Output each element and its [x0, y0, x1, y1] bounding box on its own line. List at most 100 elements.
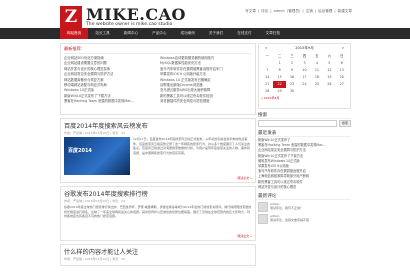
calendar-day[interactable]: 5 — [323, 60, 335, 67]
calendar-day[interactable]: 24 — [298, 81, 310, 88]
calendar-day[interactable]: 23 — [286, 81, 298, 88]
calendar-day[interactable]: 1 — [273, 60, 285, 67]
calendar-widget: « 2015年9月 » 一二三四五六日 1 2 3 4 5 6 7 8 9 10 11 12 13 14 15… — [258, 43, 351, 109]
calendar-day[interactable]: 30 — [286, 88, 298, 95]
comment-item: admin 测试评论，这篇文章写得不错 — [258, 214, 351, 225]
top-link-write[interactable]: 写文章 — [245, 9, 256, 14]
comment-body: admin 测试评论，这篇文章写得不错 — [270, 214, 309, 224]
calendar-day[interactable]: 10 — [298, 67, 310, 74]
top-link-comment[interactable]: 评论 — [261, 9, 268, 14]
main-nav: 网站首页 站长工具 新闻中心 产品中心 成功案例 关于我们 在线支付 文章归档 — [0, 28, 410, 39]
avatar[interactable] — [258, 214, 268, 225]
calendar-day[interactable]: 28 — [261, 88, 273, 95]
calendar-day[interactable]: 16 — [286, 74, 298, 81]
nav-item-cases[interactable]: 成功案例 — [174, 28, 202, 39]
post-card: 谷歌发布2014年度搜索排行榜 作者：严嘉琪 | 2015年03月10日 | 浏… — [60, 186, 256, 241]
calendar-day[interactable]: 7 — [261, 67, 273, 74]
top-link-admin[interactable]: 后台管理 — [318, 9, 332, 14]
top-sep: | — [270, 9, 272, 13]
calendar-day — [311, 88, 323, 95]
search-title: 搜索 — [258, 112, 351, 119]
calendar-day[interactable]: 13 — [336, 67, 348, 74]
comment-text[interactable]: 测试评论，这篇文章写得不错 — [270, 218, 309, 222]
latest-post-link[interactable]: 网站开发与设计的核心理念 — [258, 185, 351, 190]
calendar-day[interactable]: 20 — [336, 74, 348, 81]
nav-item-home[interactable]: 网站首页 — [60, 28, 89, 39]
calendar-day[interactable]: 29 — [273, 88, 285, 95]
calendar-day — [323, 88, 335, 95]
calendar-day[interactable]: 8 — [273, 67, 285, 74]
top-sep: | — [257, 9, 260, 13]
calendar-day[interactable]: 18 — [311, 74, 323, 81]
post-title[interactable]: 谷歌发布2014年度搜索排行榜 — [64, 189, 252, 198]
latest-comments-title: 最新评论 — [258, 193, 351, 201]
calendar-day[interactable]: 15 — [273, 74, 285, 81]
recommend-right-list: Windows自动更新服务器的使用技巧 MySQL数据库性能优化方法 宝马汽车软件存… — [160, 56, 252, 105]
nav-item-tools[interactable]: 站长工具 — [88, 28, 116, 39]
calendar-prev-month-link[interactable]: « 2015年8月 — [261, 96, 348, 100]
post-meta: 作者：严嘉琪 | 2015年03月10日 | 浏览：32 — [64, 257, 125, 261]
top-link-new[interactable]: 新建文章 — [338, 9, 352, 14]
post-card: 什么样的内容才能让人关注 作者：严嘉琪 | 2015年03月10日 | 浏览：3… — [60, 244, 256, 266]
calendar-weekday: 六 — [327, 54, 331, 58]
calendar-day[interactable]: 2 — [286, 60, 298, 67]
post-title[interactable]: 什么样的内容才能让人关注 — [64, 247, 252, 256]
calendar-day[interactable]: 14 — [261, 74, 273, 81]
avatar[interactable] — [258, 202, 268, 213]
read-more-link[interactable]: 阅读全文 » — [64, 234, 252, 238]
search-input[interactable] — [258, 120, 337, 127]
recommend-panel: 最新推荐： 企业网站SEO优化方案指南 企业网站建设需要注意的问题 网站开发与设计的… — [60, 43, 256, 115]
nav-item-archive[interactable]: 文章归档 — [259, 28, 287, 39]
calendar-day[interactable]: 11 — [311, 67, 323, 74]
top-link-logout[interactable]: 注销 — [306, 9, 313, 14]
comment-item: admin 测试评论，我们不正常？ — [258, 202, 351, 213]
nav-item-about[interactable]: 关于我们 — [202, 28, 230, 39]
calendar-day[interactable]: 22 — [273, 81, 286, 88]
nav-item-news[interactable]: 新闻中心 — [117, 28, 145, 39]
thumbnail-caption: 百度2014 — [68, 148, 92, 154]
latest-posts-list: 新版Win10正式发布了 黑客在Hacking Team 泄露的数据中发现Mac.… — [258, 138, 351, 190]
top-links: 写文章 | 评论 | admin (管理员) | 注销 | 后台管理 | 新建文… — [245, 9, 352, 14]
post-excerpt: 12月17日，百度发布2014年度搜索风云榜正式发布。从年初的冬奥会到年末的热点… — [133, 137, 251, 155]
calendar-day[interactable]: 27 — [336, 81, 348, 88]
post-thumbnail[interactable]: 百度2014 — [64, 137, 130, 175]
calendar-day[interactable]: 19 — [323, 74, 335, 81]
post-title[interactable]: 百度2014年度搜索风云榜发布 — [64, 121, 252, 130]
calendar-day — [336, 88, 348, 95]
calendar-day[interactable]: 25 — [311, 81, 323, 88]
calendar-weekday: 日 — [340, 54, 344, 58]
calendar-day[interactable]: 6 — [336, 60, 348, 67]
calendar-title: 2015年9月 — [295, 46, 314, 50]
latest-posts-title: 最近发表 — [258, 130, 351, 137]
read-more-link[interactable]: 阅读全文 » — [64, 176, 252, 180]
calendar-day[interactable]: 9 — [286, 67, 298, 74]
calendar-day[interactable]: 26 — [323, 81, 335, 88]
search-box: 搜索 — [258, 120, 351, 127]
post-meta: 作者：严嘉琪 | 2015年03月10日 | 浏览：24 — [64, 199, 125, 203]
calendar-prev-button[interactable]: « — [265, 46, 267, 51]
top-user-role: (管理员) — [286, 9, 301, 13]
calendar-day[interactable]: 12 — [323, 67, 335, 74]
recommend-link[interactable]: 浏览器插件的安全风险与防范措施 — [160, 99, 252, 104]
post-meta: 作者：严嘉琪 | 2015年03月10日 | 浏览：34 — [64, 131, 125, 135]
calendar-weekday: 五 — [315, 54, 319, 58]
calendar-day[interactable]: 3 — [298, 60, 310, 67]
search-button[interactable]: 搜索 — [339, 120, 351, 127]
logo-mark[interactable]: Z — [60, 6, 82, 28]
calendar-day — [261, 60, 273, 67]
calendar-weekday: 四 — [302, 54, 307, 58]
calendar-next-button[interactable]: » — [342, 46, 344, 51]
calendar-weekday: 二 — [277, 54, 282, 58]
nav-item-pay[interactable]: 在线支付 — [230, 28, 258, 39]
nav-item-products[interactable]: 产品中心 — [145, 28, 173, 39]
recommend-link[interactable]: 黑客在Hacking Team 泄露的数据中发现Mac... — [64, 99, 156, 104]
top-sep: | — [302, 9, 304, 13]
top-link-user[interactable]: admin — [274, 9, 285, 14]
comment-text[interactable]: 测试评论，我们不正常？ — [270, 206, 303, 210]
top-sep: | — [334, 9, 336, 13]
calendar-day[interactable]: 17 — [298, 74, 310, 81]
calendar-weekday: 三 — [290, 54, 294, 58]
calendar-grid: 一二三四五六日 1 2 3 4 5 6 7 8 9 10 11 12 13 14 15 16 17 18 19 20 21… — [261, 53, 348, 95]
calendar-day[interactable]: 21 — [261, 81, 273, 88]
calendar-day[interactable]: 4 — [311, 60, 323, 67]
